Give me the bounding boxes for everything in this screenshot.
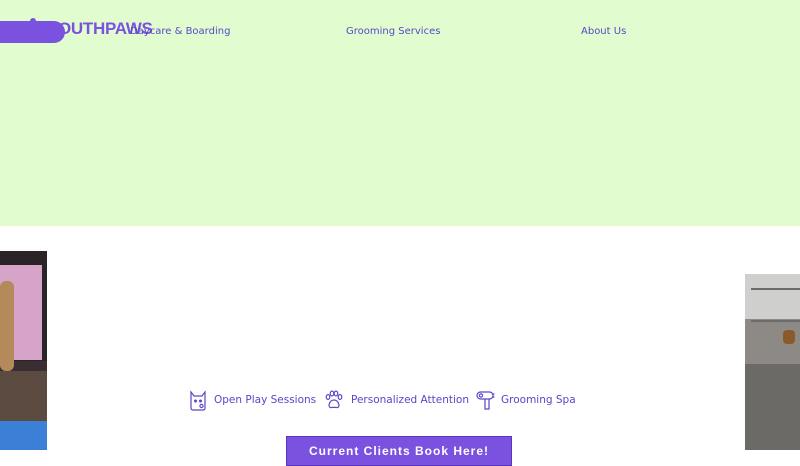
grooming-photo-left [0,251,47,450]
book-here-button[interactable]: Current Clients Book Here! [286,436,512,466]
paw-print-icon [323,389,345,411]
hero-banner: OUTHPAWS Daycare & Boarding Grooming Ser… [0,0,800,226]
nav-link-about-us[interactable]: About Us [581,26,626,37]
yard-photo-right [745,274,800,450]
logo-dot [30,18,36,24]
feature-grooming-spa: Grooming Spa [475,388,576,412]
logo-shape[interactable] [0,21,65,43]
nav-link-grooming-services[interactable]: Grooming Services [346,26,440,37]
feature-label-personalized-attention: Personalized Attention [351,394,469,406]
feature-label-grooming-spa: Grooming Spa [501,394,576,406]
feature-label-open-play: Open Play Sessions [214,394,317,406]
hair-dryer-icon [475,389,495,411]
nav-link-daycare-boarding[interactable]: Daycare & Boarding [130,26,230,37]
cat-face-icon [188,389,208,411]
feature-open-play: Open Play Sessions [188,388,316,412]
feature-personalized-attention: Personalized Attention [323,388,469,412]
